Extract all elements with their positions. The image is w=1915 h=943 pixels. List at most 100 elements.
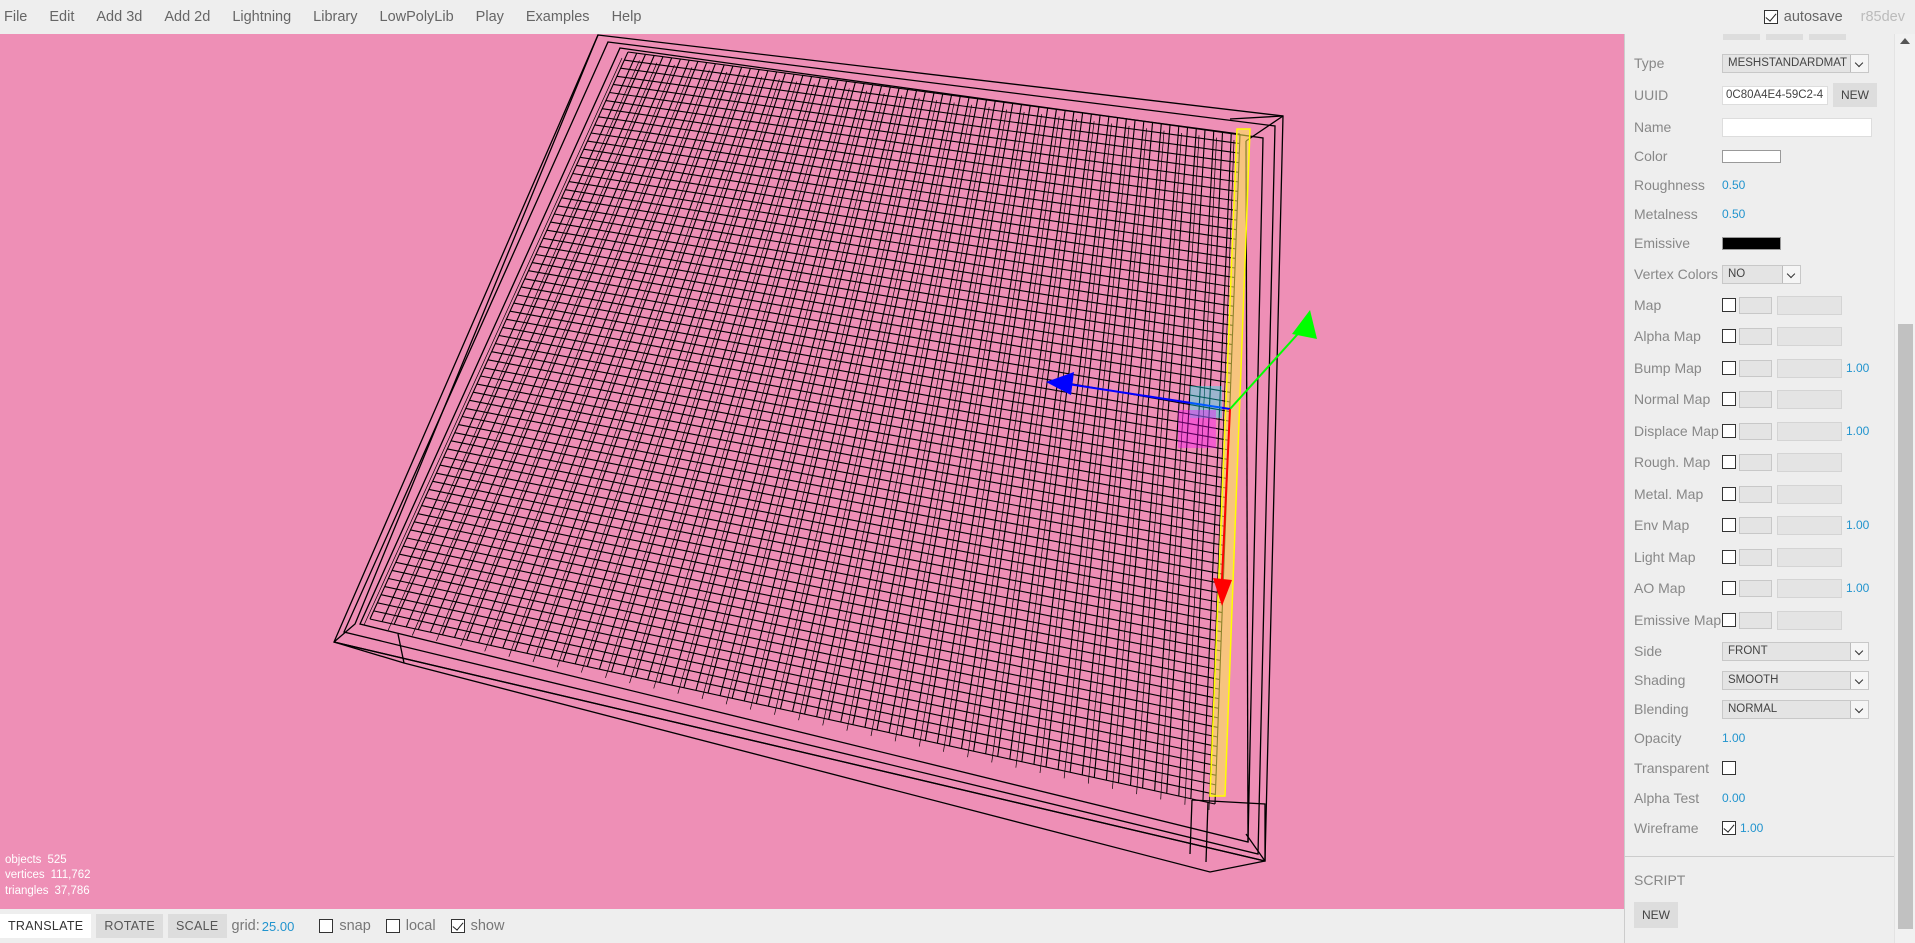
light-map-texture-preview [1777,547,1842,567]
rotate-button[interactable]: ROTATE [96,914,164,938]
menu-file[interactable]: File [0,0,38,34]
transparent-checkbox[interactable] [1722,761,1736,775]
type-value: MESHSTANDARDMAT [1728,57,1848,69]
emissive-map-checkbox[interactable] [1722,613,1736,627]
rough-map-texture-slot[interactable] [1739,453,1772,471]
opacity-row: Opacity 1.00 [1634,725,1894,751]
menu-lightning[interactable]: Lightning [221,0,302,34]
ao-map-texture-slot[interactable] [1739,579,1772,597]
color-swatch[interactable] [1722,149,1781,163]
wireframe-mesh [363,51,1241,811]
metal-map-label: Metal. Map [1634,486,1704,502]
env-map-texture-slot[interactable] [1739,516,1772,534]
map-label: Map [1634,297,1662,313]
snap-checkbox[interactable] [319,919,334,933]
type-select[interactable]: MESHSTANDARDMAT [1722,53,1869,73]
scale-button[interactable]: SCALE [168,914,227,938]
metal-map-row: Metal. Map [1634,481,1894,507]
side-select[interactable]: FRONT [1722,641,1869,661]
displace-map-texture-slot[interactable] [1739,422,1772,440]
script-new-button[interactable]: NEW [1634,902,1678,928]
roughness-number[interactable]: 0.50 [1722,178,1745,192]
emissive-swatch[interactable] [1722,236,1781,250]
alpha-map-checkbox[interactable] [1722,329,1736,343]
shading-row: Shading SMOOTH [1634,667,1894,693]
wireframe-linewidth[interactable]: 1.00 [1740,821,1763,835]
divider [1625,856,1915,857]
ao-map-intensity[interactable]: 1.00 [1846,581,1869,595]
material-paste-button[interactable] [1809,34,1846,40]
metalness-row: Metalness 0.50 [1634,201,1894,227]
metal-map-checkbox[interactable] [1722,487,1736,501]
vertex-colors-select[interactable]: NO [1722,264,1801,284]
opacity-number[interactable]: 1.00 [1722,731,1745,745]
wireframe-row: Wireframe 1.00 [1634,815,1894,841]
bump-map-checkbox[interactable] [1722,361,1736,375]
material-copy-button[interactable] [1766,34,1803,40]
local-checkbox[interactable] [385,919,400,933]
menu-library[interactable]: Library [302,0,368,34]
bump-map-row: Bump Map 1.00 [1634,355,1894,381]
alpha-test-row: Alpha Test 0.00 [1634,785,1894,811]
grid-size-number[interactable]: 25.00 [262,919,295,934]
scrollbar-thumb[interactable] [1898,324,1913,929]
map-checkbox[interactable] [1722,298,1736,312]
normal-map-checkbox[interactable] [1722,392,1736,406]
map-row: Map [1634,292,1894,318]
metalness-label: Metalness [1634,206,1698,222]
menu-play[interactable]: Play [465,0,515,34]
menu-add-3d[interactable]: Add 3d [85,0,153,34]
uuid-new-button[interactable]: NEW [1833,83,1877,107]
light-map-row: Light Map [1634,544,1894,570]
menu-edit[interactable]: Edit [38,0,85,34]
metalness-number[interactable]: 0.50 [1722,207,1745,221]
side-label: Side [1634,643,1663,659]
name-label: Name [1634,119,1672,135]
chevron-down-icon [1850,700,1868,718]
show-grid-checkbox[interactable] [450,919,465,933]
viewport-3d[interactable]: objects 525 vertices 111,762 triangles 37,7… [0,34,1624,909]
bump-map-texture-slot[interactable] [1739,359,1772,377]
menu-examples[interactable]: Examples [515,0,601,34]
menubar-status: autosave r85dev [1763,0,1905,34]
normal-map-row: Normal Map [1634,386,1894,412]
name-field[interactable] [1722,117,1872,137]
rough-map-checkbox[interactable] [1722,455,1736,469]
metal-map-texture-slot[interactable] [1739,485,1772,503]
autosave-checkbox[interactable] [1763,10,1778,24]
displace-map-checkbox[interactable] [1722,424,1736,438]
bump-map-scale[interactable]: 1.00 [1846,361,1869,375]
displace-map-texture-preview [1777,421,1842,441]
vertices-count: 111,762 [50,869,91,881]
displace-map-label: Displace Map [1634,423,1719,439]
menu-add-2d[interactable]: Add 2d [153,0,221,34]
normal-map-texture-slot[interactable] [1739,390,1772,408]
light-map-checkbox[interactable] [1722,550,1736,564]
translate-button[interactable]: TRANSLATE [0,914,92,938]
menu-lowpolylib[interactable]: LowPolyLib [369,0,465,34]
displace-map-scale[interactable]: 1.00 [1846,424,1869,438]
scene-render [333,34,1317,873]
material-new-button[interactable] [1723,34,1760,40]
menu-help[interactable]: Help [601,0,653,34]
ao-map-checkbox[interactable] [1722,581,1736,595]
ao-map-row: AO Map 1.00 [1634,575,1894,601]
wireframe-label: Wireframe [1634,820,1699,836]
side-row: Side FRONT [1634,638,1894,664]
normal-map-label: Normal Map [1634,391,1711,407]
shading-select[interactable]: SMOOTH [1722,670,1869,690]
alpha-test-number[interactable]: 0.00 [1722,791,1745,805]
wireframe-checkbox[interactable] [1722,821,1736,835]
color-label: Color [1634,148,1668,164]
env-map-reflectivity[interactable]: 1.00 [1846,518,1869,532]
chevron-down-icon [1782,265,1800,283]
alpha-map-texture-slot[interactable] [1739,327,1772,345]
emissive-map-texture-slot[interactable] [1739,611,1772,629]
sidebar-scrollbar[interactable] [1894,34,1915,943]
env-map-checkbox[interactable] [1722,518,1736,532]
light-map-texture-slot[interactable] [1739,548,1772,566]
scroll-up-icon[interactable] [1900,38,1910,44]
alpha-map-texture-preview [1777,326,1842,346]
map-texture-slot[interactable] [1739,296,1772,314]
blending-select[interactable]: NORMAL [1722,699,1869,719]
